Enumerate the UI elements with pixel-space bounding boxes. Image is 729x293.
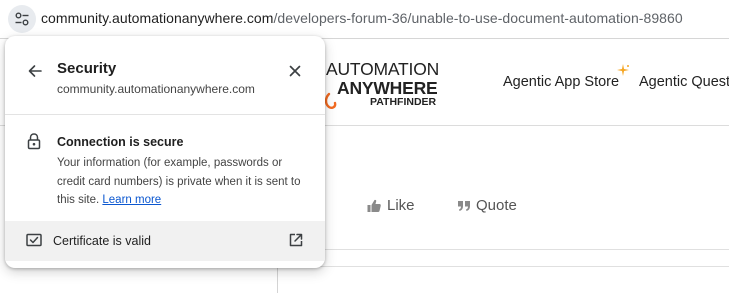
certificate-label: Certificate is valid <box>53 234 151 248</box>
url-host: community.automationanywhere.com <box>41 10 274 26</box>
popup-host: community.automationanywhere.com <box>57 82 255 96</box>
back-button[interactable] <box>24 60 46 82</box>
logo-mark-icon <box>324 92 337 109</box>
connection-status-title: Connection is secure <box>57 135 184 149</box>
close-icon <box>289 65 301 77</box>
divider <box>278 249 729 250</box>
sparkle-icon <box>617 64 629 76</box>
popup-title: Security <box>57 60 117 77</box>
learn-more-link[interactable]: Learn more <box>102 194 161 206</box>
nav-agentic-app-store[interactable]: Agentic App Store <box>503 74 619 90</box>
url-field[interactable]: community.automationanywhere.com/develop… <box>41 10 683 26</box>
url-path: /developers-forum-36/unable-to-use-docum… <box>273 10 683 26</box>
address-bar: community.automationanywhere.com/develop… <box>0 0 729 39</box>
quote-icon <box>458 200 470 211</box>
like-button[interactable]: Like <box>366 197 415 214</box>
popup-header: Security community.automationanywhere.co… <box>5 36 325 114</box>
logo-line-1: AUTOMATION <box>326 59 440 79</box>
security-popup: Security community.automationanywhere.co… <box>5 36 325 268</box>
divider <box>277 266 278 293</box>
divider <box>5 114 325 115</box>
external-link-icon <box>289 233 303 247</box>
back-arrow-icon <box>28 65 42 77</box>
logo-line-3: PATHFINDER <box>370 96 437 108</box>
certificate-icon <box>26 233 42 247</box>
like-label: Like <box>387 197 415 214</box>
site-info-button[interactable] <box>8 5 36 33</box>
divider <box>320 266 729 267</box>
lock-icon <box>27 133 41 150</box>
quote-button[interactable]: Quote <box>457 197 517 214</box>
connection-description: Your information (for example, passwords… <box>57 154 309 210</box>
thumbs-up-icon <box>367 199 381 212</box>
site-logo[interactable]: AUTOMATION ANYWHERE PATHFINDER <box>323 59 443 111</box>
certificate-row[interactable]: Certificate is valid <box>5 221 325 261</box>
quote-label: Quote <box>476 197 517 214</box>
nav-agentic-quest[interactable]: Agentic Quest <box>639 74 729 90</box>
connection-description-text: Your information (for example, passwords… <box>57 157 301 206</box>
close-button[interactable] <box>284 60 306 82</box>
tune-icon <box>15 12 29 26</box>
